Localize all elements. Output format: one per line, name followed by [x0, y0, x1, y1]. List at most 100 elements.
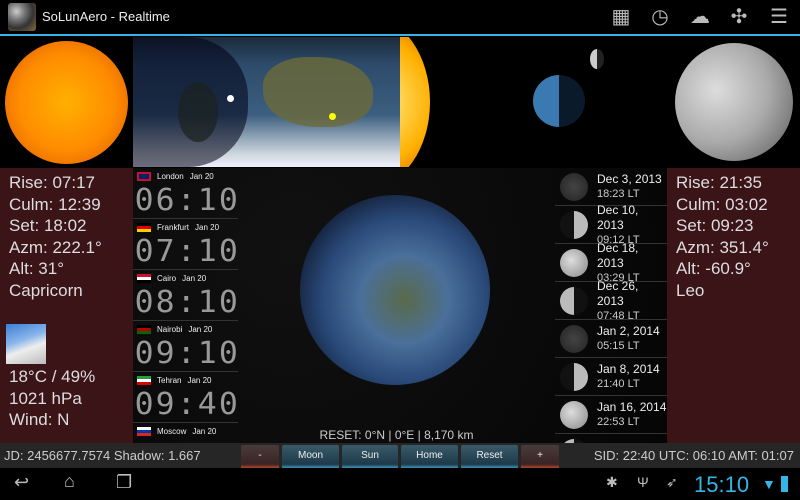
- moon-phase-icon: [560, 286, 588, 315]
- moon-phases-list[interactable]: Dec 3, 2013 18:23 LT Dec 10, 2013 09:12 LT D…: [555, 168, 667, 443]
- moon-phase-icon: [560, 210, 588, 239]
- app-icon[interactable]: [8, 3, 36, 31]
- moon-phase-item[interactable]: Jan 8, 2014 21:40 LT: [555, 358, 667, 396]
- phase-date: Dec 26, 2013: [597, 278, 639, 308]
- cloud-icon[interactable]: ☁: [688, 6, 712, 28]
- home-icon[interactable]: ⌂: [64, 471, 75, 492]
- moon-phase-icon: [560, 400, 588, 429]
- clock-city: Tehran: [157, 376, 182, 385]
- country-flag-icon: [137, 427, 151, 436]
- world-clock-item[interactable]: Frankfurt Jan 20 07:10: [133, 219, 238, 270]
- moon-phase-item[interactable]: Jan 24, 2014: [555, 434, 667, 443]
- phase-date: Dec 18, 2013: [597, 240, 639, 270]
- sun-altitude: Alt: 31°: [9, 259, 64, 278]
- moon-phase-item[interactable]: Dec 3, 2013 18:23 LT: [555, 168, 667, 206]
- world-clock-item[interactable]: Nairobi Jan 20 09:10: [133, 321, 238, 372]
- moon-phase-item[interactable]: Dec 26, 2013 07:48 LT: [555, 278, 667, 322]
- clock-time: 09:10: [134, 336, 238, 371]
- moon-phase-icon: [560, 248, 588, 277]
- calendar-icon[interactable]: ▦: [609, 6, 633, 28]
- recent-apps-icon[interactable]: ❐: [116, 472, 132, 493]
- moon-phase-icon: [560, 362, 588, 391]
- moon-altitude: Alt: -60.9°: [676, 259, 751, 278]
- moon-phase-item[interactable]: Dec 18, 2013 03:29 LT: [555, 240, 667, 284]
- phase-time: 07:48 LT: [597, 309, 640, 322]
- moon-phase-item[interactable]: Dec 10, 2013 09:12 LT: [555, 202, 667, 246]
- julian-date-shadow: JD: 2456677.7574 Shadow: 1.667: [4, 448, 201, 463]
- home-button[interactable]: Home: [401, 445, 458, 469]
- weather-pressure: 1021 hPa: [9, 388, 82, 408]
- clock-time: 06:10: [134, 183, 238, 218]
- clock-icon[interactable]: ◷: [648, 6, 672, 28]
- clock-date: Jan 20: [188, 325, 213, 334]
- sun-azimuth: Azm: 222.1°: [9, 237, 102, 257]
- clock-date: Jan 20: [189, 172, 214, 181]
- country-flag-icon: [137, 274, 151, 283]
- clock-date: Jan 20: [187, 376, 212, 385]
- moon-phase-icon: [560, 324, 588, 353]
- zoom-in-button[interactable]: +: [521, 445, 559, 469]
- debug-icon: ✱: [606, 474, 618, 490]
- system-clock: 15:10: [694, 472, 750, 497]
- country-flag-icon: [137, 172, 151, 181]
- globe-reset-info: RESET: 0°N | 0°E | 8,170 km: [319, 428, 474, 442]
- zoom-out-button[interactable]: -: [241, 445, 279, 469]
- moon-zodiac: Leo: [676, 280, 705, 300]
- earth-globe[interactable]: [300, 195, 490, 385]
- status-bar: JD: 2456677.7574 Shadow: 1.667 - Moon Su…: [0, 443, 800, 469]
- clock-date: Jan 20: [182, 274, 207, 283]
- weather-cloud-icon[interactable]: [6, 324, 46, 364]
- sun-button[interactable]: Sun: [342, 445, 398, 469]
- moon-image[interactable]: [667, 37, 800, 167]
- sidereal-utc-time: SID: 22:40 UTC: 06:10 AMT: 01:07: [593, 448, 794, 463]
- moon-button[interactable]: Moon: [282, 445, 339, 469]
- phase-time: 05:15 LT: [597, 340, 640, 352]
- phase-date: Jan 2, 2014: [597, 324, 660, 338]
- country-flag-icon: [137, 223, 151, 232]
- location-icon: ➶: [666, 474, 678, 490]
- sun-position-marker: [329, 113, 336, 120]
- moon-set: Set: 09:23: [676, 216, 754, 235]
- sun-rise: Rise: 07:17: [9, 173, 95, 192]
- world-clock-item[interactable]: Cairo Jan 20 08:10: [133, 270, 238, 321]
- country-flag-icon: [137, 376, 151, 385]
- clock-date: Jan 20: [195, 223, 220, 232]
- battery-icon: [781, 476, 788, 492]
- moon-phase-item[interactable]: Jan 16, 2014 22:53 LT: [555, 396, 667, 434]
- moon-culmination: Culm: 03:02: [676, 194, 768, 214]
- title-divider: [0, 34, 800, 36]
- sun-zodiac: Capricorn: [9, 280, 83, 300]
- sun-earth-moon-view[interactable]: [400, 37, 667, 167]
- satellite-icon[interactable]: ✣: [727, 6, 751, 28]
- sun-culmination: Culm: 12:39: [9, 194, 101, 214]
- world-clock-item[interactable]: Tehran Jan 20 09:40: [133, 372, 238, 423]
- sun-image[interactable]: [0, 37, 133, 167]
- clock-city: Frankfurt: [157, 223, 190, 232]
- world-clock-item[interactable]: London Jan 20 06:10: [133, 168, 238, 219]
- reset-button[interactable]: Reset: [461, 445, 518, 469]
- world-clocks-list[interactable]: London Jan 20 06:10 Frankfurt Jan 20 07:10 Cai…: [133, 168, 238, 443]
- clock-date: Jan 20: [192, 427, 217, 436]
- moon-phase-item[interactable]: Jan 2, 2014 05:15 LT: [555, 320, 667, 358]
- clock-time: 09:40: [134, 387, 238, 422]
- back-icon[interactable]: ↩: [14, 472, 29, 493]
- world-map-daylight[interactable]: [133, 37, 400, 167]
- clock-time: 07:10: [134, 234, 238, 269]
- moon-azimuth: Azm: 351.4°: [676, 237, 769, 257]
- weather-wind: Wind: N: [9, 410, 70, 429]
- phase-time: 22:53 LT: [597, 416, 640, 428]
- clock-label: Moscow Jan 20: [133, 423, 238, 440]
- country-flag-icon: [137, 325, 151, 334]
- phase-date: Jan 8, 2014: [597, 362, 660, 376]
- sun-set: Set: 18:02: [9, 216, 87, 235]
- phase-date: Dec 3, 2013: [597, 172, 662, 186]
- world-clock-item[interactable]: Moscow Jan 20: [133, 423, 238, 443]
- sun-info-panel: Rise: 07:17 Culm: 12:39 Set: 18:02 Azm: …: [0, 168, 133, 443]
- phase-date: Dec 10, 2013: [597, 202, 639, 232]
- phase-date: Jan 16, 2014: [597, 400, 667, 414]
- wifi-icon: ▼: [762, 476, 776, 492]
- clock-city: Nairobi: [157, 325, 183, 334]
- usb-icon: Ψ: [637, 474, 649, 490]
- settings-sliders-icon[interactable]: ☰: [767, 6, 791, 28]
- moon-info-panel: Rise: 21:35 Culm: 03:02 Set: 09:23 Azm: …: [667, 168, 800, 443]
